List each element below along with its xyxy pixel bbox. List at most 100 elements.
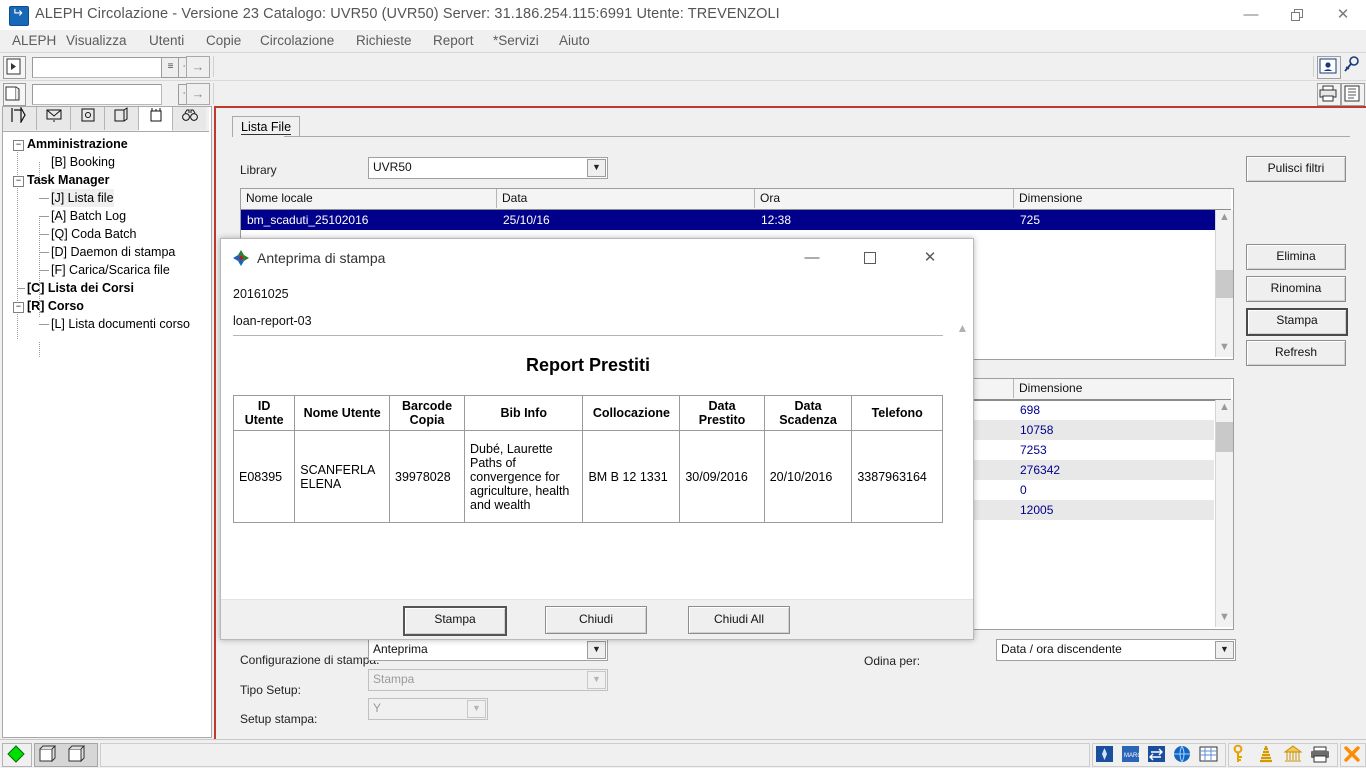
status-close-button[interactable] [1340,743,1366,767]
restore-icon [1274,0,1320,30]
tree-item-lista-file[interactable]: [J] Lista file [51,189,114,207]
dialog-scrollbar[interactable]: ▲ ▼ [954,321,971,600]
refresh-button[interactable]: Refresh [1246,340,1346,366]
scroll-up-icon[interactable]: ▲ [1216,210,1233,227]
col-nome-locale[interactable]: Nome locale [241,189,497,208]
marc-icon: MARC [1122,746,1142,762]
col-dimensione[interactable]: Dimensione [1014,189,1231,208]
menu-copie[interactable]: Copie [204,32,243,50]
cell-collocazione: BM B 12 1331 [582,430,681,523]
menu-aiuto[interactable]: Aiuto [557,32,592,50]
dialog-minimize-button[interactable]: — [789,239,835,277]
tree-item-lista-dei-corsi[interactable]: [C] Lista dei Corsi [27,279,134,297]
nav-tab-binoculars[interactable] [173,107,206,130]
menu-utenti[interactable]: Utenti [147,32,186,50]
clear-filters-button[interactable]: Pulisci filtri [1246,156,1346,182]
list-icon[interactable] [1341,83,1365,106]
delete-button[interactable]: Elimina [1246,244,1346,270]
col-ora[interactable]: Ora [755,189,1014,208]
setup-type-value: Stampa [373,672,415,686]
tree-item-coda-batch[interactable]: [Q] Coda Batch [51,225,136,243]
user-card-icon[interactable] [1317,56,1341,79]
cell-barcode-copia: 39978028 [389,430,466,523]
col-data[interactable]: Data [497,189,755,208]
status-green-diamond[interactable] [2,743,32,767]
library-label: Library [240,163,277,177]
print-config-select[interactable]: Anteprima ▼ [368,639,608,661]
go-button-2[interactable]: → [186,83,210,105]
tree-item-lista-documenti-corso[interactable]: [L] Lista documenti corso [51,315,190,333]
tab-lista-file[interactable]: Lista File [232,116,301,137]
cell-dimensione: 10758 [1020,423,1054,437]
printer-icon [1311,746,1329,763]
tree-item-batch-log[interactable]: [A] Batch Log [51,207,126,225]
tree-item-task-manager[interactable]: Task Manager [27,171,109,189]
tree-item-booking[interactable]: [B] Booking [51,153,115,171]
menu-circolazione[interactable]: Circolazione [258,32,336,50]
th-barcode-copia: Barcode Copia [389,395,466,431]
menu-aleph[interactable]: ALEPH [10,32,58,50]
nav-tab-inbox[interactable] [37,107,71,130]
tree-item-daemon-stampa[interactable]: [D] Daemon di stampa [51,243,175,261]
nav-tab-copy-stack[interactable] [105,107,139,130]
status-icon-group-2[interactable] [1228,743,1338,767]
dialog-close-label: Chiudi [578,612,614,626]
sort-select[interactable]: Data / ora discendente ▼ [996,639,1236,661]
nav-tab-item[interactable] [71,107,105,130]
chevron-down-icon[interactable]: ▼ [1215,641,1234,659]
close-button[interactable]: ✕ [1320,0,1366,30]
scroll-thumb[interactable] [1216,422,1233,452]
nav-tab-admin-crown[interactable] [139,107,173,131]
menu-servizi[interactable]: *Servizi [491,32,541,50]
status-cube-group[interactable] [34,743,98,767]
scroll-down-icon[interactable]: ▼ [1216,340,1233,357]
printer-icon[interactable] [1317,83,1341,106]
menu-report[interactable]: Report [431,32,476,50]
tree-expander-corso[interactable]: − [13,302,24,313]
tree-expander-amministrazione[interactable]: − [13,140,24,151]
chevron-down-icon[interactable]: ▼ [587,159,606,177]
menu-visualizza[interactable]: Visualizza [64,32,129,50]
scroll-thumb[interactable] [1216,270,1233,298]
table-row[interactable]: bm_scaduti_25102016 25/10/16 12:38 725 [241,210,1231,230]
dialog-close-button[interactable]: Chiudi [545,606,647,634]
cell-nome-locale: bm_scaduti_25102016 [247,213,369,227]
status-icon-group-1[interactable]: MARC [1092,743,1226,767]
restore-button[interactable] [1274,0,1320,30]
menu-richieste[interactable]: Richieste [354,32,414,50]
dialog-close-window-button[interactable]: ✕ [907,239,953,277]
tree-item-carica-scarica-file[interactable]: [F] Carica/Scarica file [51,261,170,279]
dialog-maximize-button[interactable] [847,239,893,277]
library-select[interactable]: UVR50 ▼ [368,157,608,179]
search-input-1[interactable] [32,57,162,78]
tree-item-corso[interactable]: [R] Corso [27,297,84,315]
svg-text:MARC: MARC [1124,753,1142,759]
chevron-down-icon: ▼ [467,700,486,718]
minimize-button[interactable]: — [1228,0,1274,30]
go-button-1[interactable]: → [186,56,210,78]
search-input-2[interactable] [32,84,162,105]
print-label: Stampa [1276,313,1318,327]
rename-button[interactable]: Rinomina [1246,276,1346,302]
tree-expander-task-manager[interactable]: − [13,176,24,187]
scroll-up-icon[interactable]: ▲ [1216,400,1233,417]
close-icon: ✕ [1336,6,1350,23]
navigation-pane: − Amministrazione [B] Booking − Task Man… [2,105,212,738]
tower-icon [1260,746,1272,763]
dialog-print-button[interactable]: Stampa [403,606,507,636]
setup-type-select: Stampa ▼ [368,669,608,691]
print-button[interactable]: Stampa [1246,308,1348,336]
chevron-down-icon[interactable]: ▼ [587,641,606,659]
menu-bar: ALEPH Visualizza Utenti Copie Circolazio… [0,30,1366,80]
tree-item-amministrazione[interactable]: Amministrazione [27,135,128,153]
scroll-up-icon[interactable]: ▲ [954,321,971,338]
file-grid-scrollbar[interactable]: ▲ ▼ [1215,210,1233,357]
dialog-close-all-button[interactable]: Chiudi All [688,606,790,634]
key-tag-icon[interactable] [1341,56,1363,77]
nav-tab-arrow-out[interactable] [3,105,37,130]
copy-icon[interactable] [3,83,26,106]
navigate-icon[interactable] [3,56,26,79]
scroll-down-icon[interactable]: ▼ [1216,610,1233,627]
detail-grid-scrollbar[interactable]: ▲ ▼ [1215,400,1233,627]
detail-col-dimensione[interactable]: Dimensione [1014,379,1231,398]
